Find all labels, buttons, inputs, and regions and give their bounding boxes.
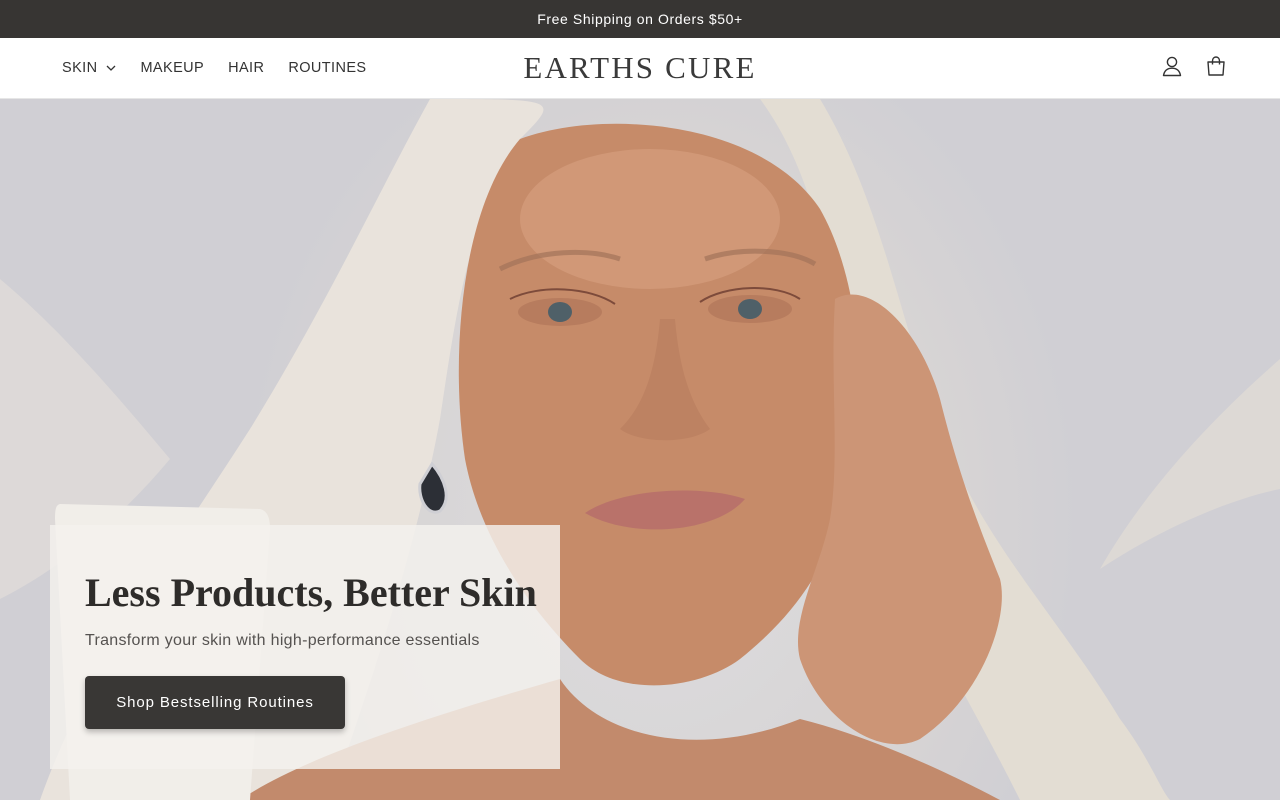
hero-title: Less Products, Better Skin bbox=[85, 570, 537, 615]
account-button[interactable] bbox=[1154, 50, 1190, 86]
nav-item-label: HAIR bbox=[228, 60, 265, 76]
header-actions bbox=[1154, 38, 1234, 98]
cart-button[interactable] bbox=[1198, 50, 1234, 86]
chevron-down-icon bbox=[106, 65, 116, 71]
brand-logo[interactable]: EARTHS CURE bbox=[440, 38, 840, 98]
hero-subtitle: Transform your skin with high-performanc… bbox=[85, 632, 480, 649]
nav-item-label: MAKEUP bbox=[140, 60, 205, 76]
cart-icon bbox=[1205, 55, 1227, 82]
main-nav: SKIN MAKEUP HAIR ROUTINES bbox=[50, 38, 378, 98]
hero-card: Less Products, Better Skin Transform you… bbox=[50, 525, 560, 769]
account-icon bbox=[1161, 55, 1183, 82]
site-header: SKIN MAKEUP HAIR ROUTINES EARTHS CURE bbox=[0, 38, 1280, 99]
announcement-text: Free Shipping on Orders $50+ bbox=[537, 11, 743, 27]
nav-item-routines[interactable]: ROUTINES bbox=[276, 38, 378, 98]
nav-item-makeup[interactable]: MAKEUP bbox=[128, 38, 216, 98]
shop-bestselling-routines-button[interactable]: Shop Bestselling Routines bbox=[85, 676, 345, 729]
nav-item-label: ROUTINES bbox=[288, 60, 367, 76]
nav-item-hair[interactable]: HAIR bbox=[216, 38, 276, 98]
hero-banner: Less Products, Better Skin Transform you… bbox=[0, 99, 1280, 800]
hero-cta-label: Shop Bestselling Routines bbox=[116, 694, 314, 711]
nav-item-skin[interactable]: SKIN bbox=[50, 38, 128, 98]
brand-logo-text: EARTHS CURE bbox=[523, 50, 757, 85]
nav-item-label: SKIN bbox=[62, 60, 98, 76]
announcement-bar: Free Shipping on Orders $50+ bbox=[0, 0, 1280, 38]
